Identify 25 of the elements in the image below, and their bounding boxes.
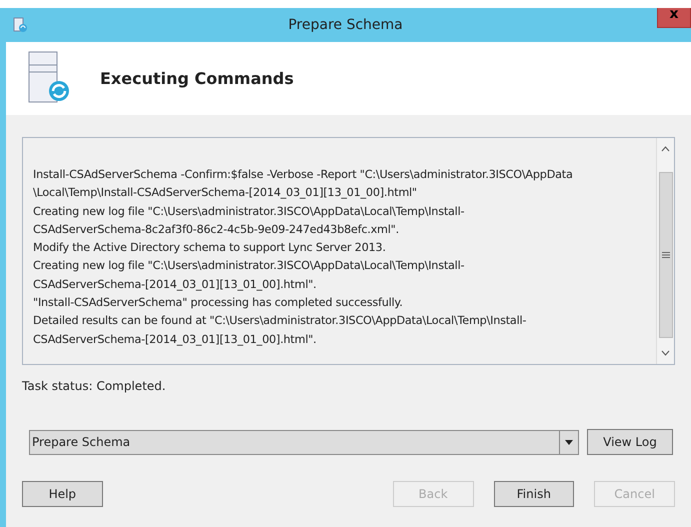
log-line: CSAdServerSchema-[2014_03_01][13_01_00].html". xyxy=(33,332,318,348)
log-line: "Install-CSAdServerSchema" processing has completed successfully. xyxy=(33,295,404,312)
log-line: Install-CSAdServerSchema -Confirm:$false -Verbose -Report "C:\Users\administrator.3ISCO\AppData xyxy=(33,167,574,183)
scrollbar[interactable] xyxy=(656,138,674,364)
log-line: Detailed results can be found at "C:\Users\administrator.3ISCO\AppData\Local\Temp\Install- xyxy=(33,313,528,330)
app-icon xyxy=(12,17,28,33)
scroll-down-icon[interactable] xyxy=(661,350,670,356)
page-heading: Executing Commands xyxy=(100,69,294,88)
dialog-button[interactable]: Help xyxy=(22,481,103,507)
grip-icon xyxy=(662,252,670,258)
dialog-button[interactable]: Finish xyxy=(494,481,574,507)
log-line: Creating new log file "C:\Users\administrator.3ISCO\AppData\Local\Temp\Install- xyxy=(33,258,466,274)
close-button[interactable]: x xyxy=(657,8,691,28)
dropdown-caret-icon xyxy=(565,440,573,444)
task-status: Task status: Completed. xyxy=(22,379,167,393)
view-log-button[interactable]: View Log xyxy=(587,429,673,455)
log-line: CSAdServerSchema-8c2af3f0-86c2-4c5b-9e09-247ed43b8efc.xml". xyxy=(33,222,400,238)
scroll-up-icon[interactable] xyxy=(661,146,670,152)
log-line: Modify the Active Directory schema to support Lync Server 2013. xyxy=(33,240,387,256)
scrollbar-thumb[interactable] xyxy=(658,172,672,338)
log-line: CSAdServerSchema-[2014_03_01][13_01_00].html". xyxy=(33,276,318,293)
log-line: \Local\Temp\Install-CSAdServerSchema-[2014_03_01][13_01_00].html" xyxy=(33,185,418,202)
task-dropdown[interactable]: Prepare Schema xyxy=(29,430,579,454)
log-line: Creating new log file "C:\Users\administrator.3ISCO\AppData\Local\Temp\Install- xyxy=(33,204,466,220)
window-title: Prepare Schema xyxy=(287,17,404,33)
